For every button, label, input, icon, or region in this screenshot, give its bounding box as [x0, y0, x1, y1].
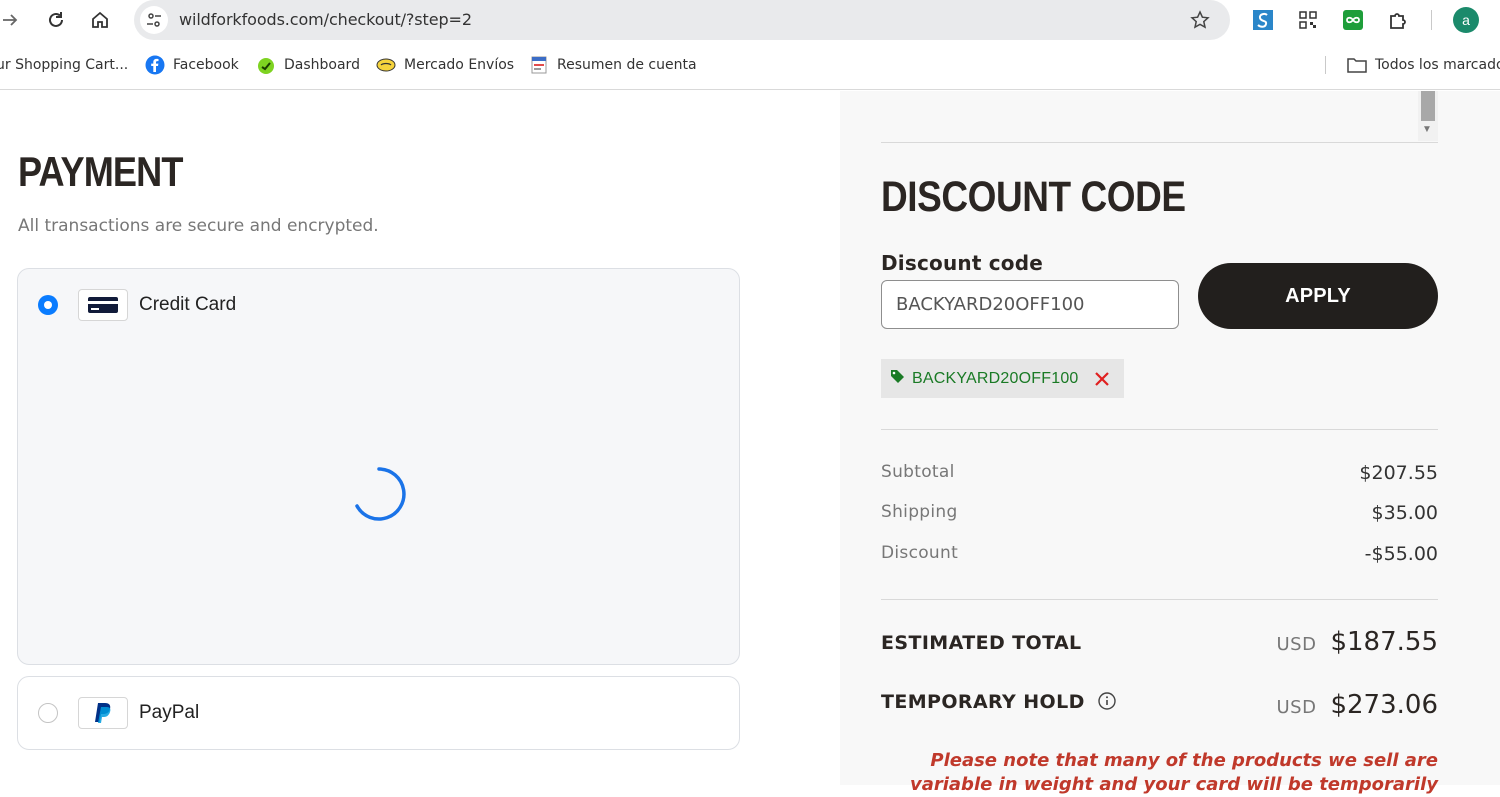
paypal-radio[interactable]	[38, 703, 58, 723]
payment-subtitle: All transactions are secure and encrypte…	[18, 216, 379, 236]
folder-icon	[1347, 55, 1367, 75]
credit-card-option[interactable]: Credit Card	[17, 268, 740, 665]
discount-code-input[interactable]	[881, 280, 1179, 329]
estimated-total: USD $187.55	[1277, 627, 1439, 657]
all-bookmarks-folder[interactable]: Todos los marcadores	[1347, 55, 1500, 75]
all-bookmarks-label: Todos los marcadores	[1375, 57, 1500, 73]
infinity-extension-icon[interactable]	[1341, 8, 1365, 32]
bookmark-shopping-cart[interactable]: ur Shopping Cart...	[0, 55, 128, 75]
browser-toolbar: wildforkfoods.com/checkout/?step=2 a	[0, 0, 1500, 40]
variable-weight-note: Please note that many of the products we…	[909, 750, 1438, 795]
mercado-icon	[376, 55, 396, 75]
credit-card-radio[interactable]	[38, 295, 58, 315]
shipping-label: Shipping	[881, 502, 958, 522]
scribd-extension-icon[interactable]	[1251, 8, 1275, 32]
bookmark-label: Dashboard	[284, 57, 360, 73]
credit-card-icon	[78, 289, 128, 321]
scroll-down-arrow-icon[interactable]: ▼	[1422, 124, 1432, 135]
payment-title: PAYMENT	[18, 148, 183, 195]
estimated-total-label: ESTIMATED TOTAL	[881, 632, 1082, 654]
bookmark-facebook[interactable]: Facebook	[145, 55, 239, 75]
profile-avatar[interactable]: a	[1453, 7, 1479, 33]
info-icon[interactable]	[1098, 692, 1116, 710]
bookmark-star-icon[interactable]	[1188, 8, 1212, 32]
discount-value: -$55.00	[1364, 543, 1438, 565]
paypal-icon	[78, 697, 128, 729]
paypal-label: PayPal	[139, 702, 200, 723]
remove-discount-icon[interactable]	[1092, 369, 1112, 389]
home-icon[interactable]	[86, 6, 114, 34]
discount-label: Discount	[881, 543, 959, 563]
tag-icon	[889, 368, 905, 389]
facebook-icon	[145, 55, 165, 75]
temporary-hold-currency: USD	[1276, 697, 1317, 718]
bookmark-label: Resumen de cuenta	[557, 57, 697, 73]
estimated-total-currency: USD	[1276, 634, 1317, 655]
bookmark-label: Facebook	[173, 57, 239, 73]
divider	[881, 142, 1438, 143]
paypal-option[interactable]: PayPal	[17, 676, 740, 750]
divider	[881, 429, 1438, 430]
discount-field-label: Discount code	[881, 251, 1044, 275]
bookmark-mercado-envios[interactable]: Mercado Envíos	[376, 55, 514, 75]
divider	[881, 599, 1438, 600]
address-bar[interactable]: wildforkfoods.com/checkout/?step=2	[134, 0, 1230, 40]
qr-code-extension-icon[interactable]	[1296, 8, 1320, 32]
payment-section: PAYMENT All transactions are secure and …	[0, 91, 840, 785]
credit-card-label: Credit Card	[139, 294, 237, 315]
site-info-icon[interactable]	[140, 6, 168, 34]
bookmark-dashboard[interactable]: Dashboard	[256, 55, 360, 75]
applied-discount-code: BACKYARD20OFF100	[912, 369, 1079, 387]
apply-discount-button[interactable]: APPLY	[1198, 263, 1438, 329]
url-text[interactable]: wildforkfoods.com/checkout/?step=2	[179, 10, 472, 29]
temporary-hold-amount: $273.06	[1330, 690, 1438, 720]
shipping-value: $35.00	[1371, 502, 1438, 524]
reload-icon[interactable]	[42, 6, 70, 34]
subtotal-label: Subtotal	[881, 462, 955, 482]
dashboard-icon	[256, 55, 276, 75]
discount-title: DISCOUNT CODE	[881, 173, 1186, 221]
extensions-puzzle-icon[interactable]	[1386, 8, 1410, 32]
temporary-hold-label: TEMPORARY HOLD	[881, 691, 1085, 713]
temporary-hold: USD $273.06	[1277, 690, 1439, 720]
loading-spinner-icon	[355, 467, 406, 521]
subtotal-value: $207.55	[1359, 462, 1438, 484]
bookmark-divider	[1325, 56, 1326, 74]
scrollbar-thumb[interactable]	[1421, 91, 1435, 121]
bookmarks-bar: ur Shopping Cart... Facebook Dashboard M…	[0, 40, 1500, 90]
estimated-total-amount: $187.55	[1330, 627, 1438, 657]
account-summary-icon	[529, 55, 549, 75]
bookmark-label: Mercado Envíos	[404, 57, 515, 73]
order-summary-panel: ▼ DISCOUNT CODE Discount code APPLY BACK…	[840, 91, 1500, 795]
forward-arrow-icon[interactable]	[0, 6, 24, 34]
applied-discount-tag: BACKYARD20OFF100	[881, 359, 1124, 398]
bookmark-resumen-cuenta[interactable]: Resumen de cuenta	[529, 55, 697, 75]
bookmark-label: ur Shopping Cart...	[0, 57, 129, 73]
toolbar-divider	[1431, 10, 1432, 30]
temporary-hold-row: TEMPORARY HOLD	[881, 691, 1116, 713]
